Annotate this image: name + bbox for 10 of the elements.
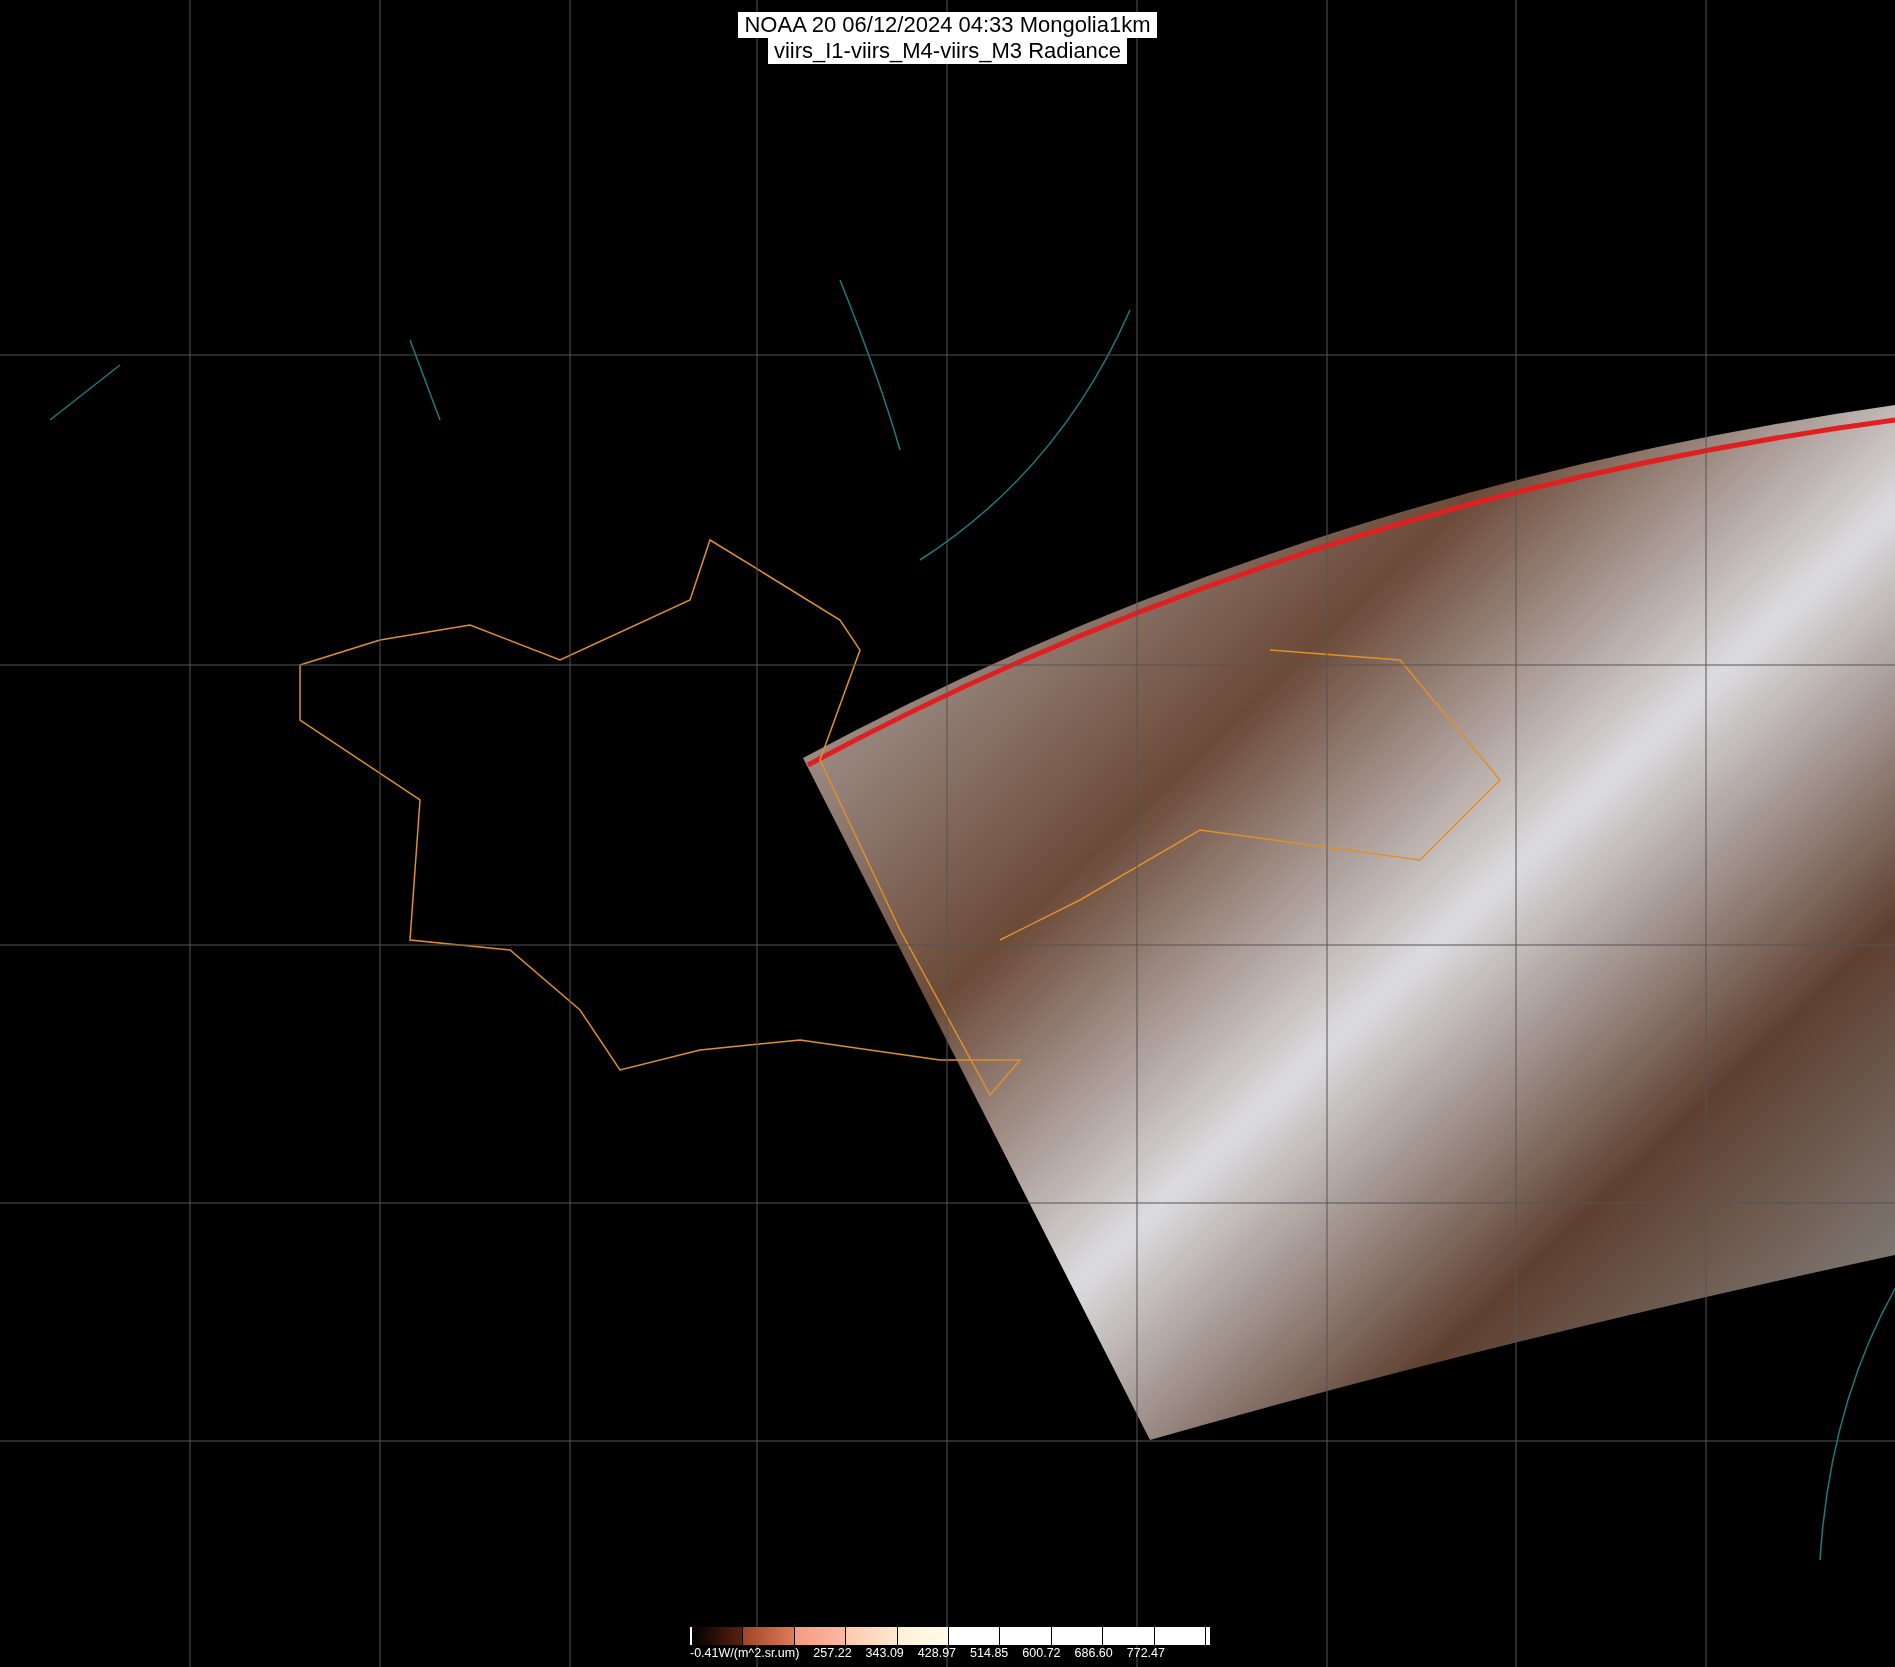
scale-label: 428.97 xyxy=(917,1646,957,1660)
scale-label: 343.09 xyxy=(865,1646,904,1660)
scale-label: 686.60 xyxy=(1074,1646,1113,1660)
scale-label: 257.22 xyxy=(813,1646,852,1660)
map-title: NOAA 20 06/12/2024 04:33 Mongolia1km xyxy=(738,12,1157,38)
scale-label: 600.72 xyxy=(1022,1646,1061,1660)
scale-label: 514.85 xyxy=(970,1646,1009,1660)
scale-label: 772.47 xyxy=(1126,1646,1165,1660)
scale-label: -0.41W/(m^2.sr.um) xyxy=(690,1646,800,1660)
map-title: viirs_I1-viirs_M4-viirs_M3 Radiance xyxy=(767,38,1128,64)
